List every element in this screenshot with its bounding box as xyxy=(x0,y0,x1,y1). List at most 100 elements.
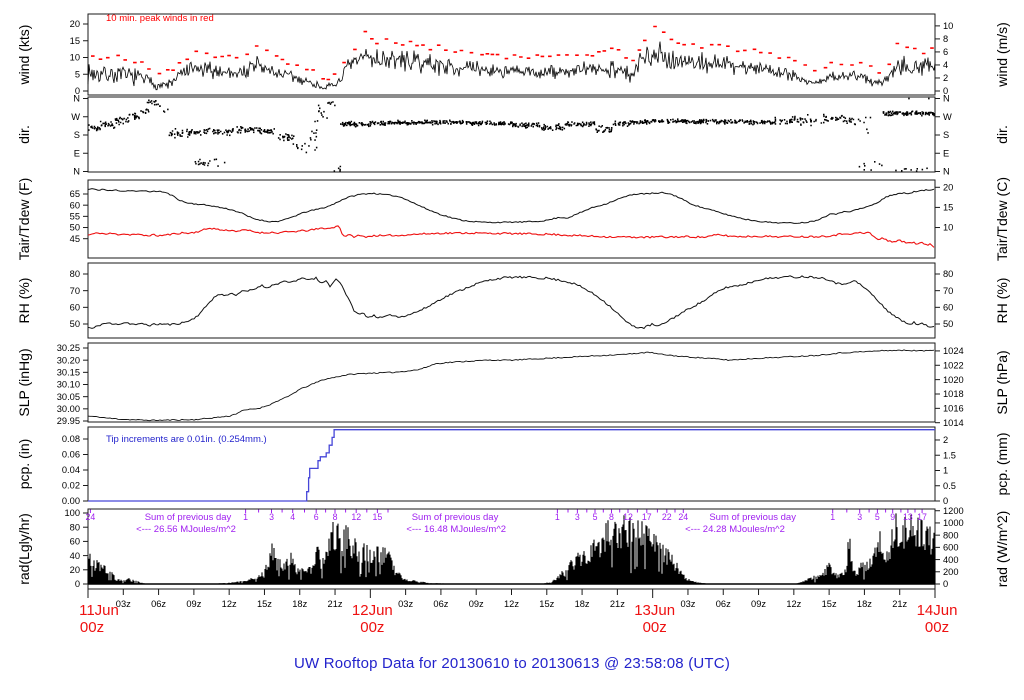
left-tick-label: 65 xyxy=(70,189,80,199)
right-tick-label: 15 xyxy=(943,203,953,213)
hour-label: 12z xyxy=(786,599,801,609)
right-tick-label: 4 xyxy=(943,60,948,70)
left-tick-label: 5 xyxy=(75,69,80,79)
rad-mjoule-marker: 1 xyxy=(555,512,560,522)
rad-mjoule-marker: 12 xyxy=(623,512,633,522)
hour-label: 09z xyxy=(751,599,766,609)
hour-label: 21z xyxy=(328,599,343,609)
hour-label: 12z xyxy=(222,599,237,609)
day-sub-label: 00z xyxy=(925,619,949,636)
left-tick-label: S xyxy=(74,130,80,140)
left-tick-label: 60 xyxy=(70,200,80,210)
left-tick-label: 15 xyxy=(70,36,80,46)
hour-label: 09z xyxy=(469,599,484,609)
left-tick-label: 30.10 xyxy=(57,380,80,390)
left-tick-label: 60 xyxy=(70,537,80,547)
left-tick-label: 30.25 xyxy=(57,343,80,353)
rad-mjoule-marker: 12 xyxy=(351,512,361,522)
axis-label-right-temp: Tair/Tdew (C) xyxy=(994,177,1010,261)
axis-label-left-slp: SLP (inHg) xyxy=(16,348,32,416)
right-tick-label: 0 xyxy=(943,496,948,506)
right-tick-label: 600 xyxy=(943,543,959,553)
right-tick-label: 400 xyxy=(943,555,959,565)
panel-dir: NWSENNWSENdir. dir. xyxy=(16,94,1010,177)
left-tick-label: 70 xyxy=(70,286,80,296)
right-tick-label: 1018 xyxy=(943,389,964,399)
rad-mjoule-marker: 9 xyxy=(890,512,895,522)
axis-label-right-dir: dir. xyxy=(994,125,1010,144)
rad-mjoule-marker: 5 xyxy=(593,512,598,522)
axis-label-right-rh: RH (%) xyxy=(994,278,1010,324)
right-tick-label: 6 xyxy=(943,47,948,57)
right-tick-label: 70 xyxy=(943,286,953,296)
right-tick-label: S xyxy=(943,130,949,140)
day-label: 13Jun xyxy=(634,602,675,619)
hour-label: 15z xyxy=(822,599,837,609)
right-tick-label: 1016 xyxy=(943,404,964,414)
hour-label: 03z xyxy=(116,599,131,609)
right-tick-label: 10 xyxy=(943,21,953,31)
rad-mjoule-marker: 4 xyxy=(290,512,295,522)
left-tick-label: N xyxy=(73,167,80,177)
left-tick-label: 55 xyxy=(70,212,80,222)
left-tick-label: N xyxy=(73,94,80,104)
panel-slp: 29.95 30.00 30.05 30.10 30.15 30.20 30.25 1014 1… xyxy=(16,342,1010,428)
rad-sum-value-3: <--- 24.28 MJoules/m^2 xyxy=(685,524,785,535)
rad-mjoule-marker: 15 xyxy=(372,512,382,522)
right-tick-label: N xyxy=(943,167,950,177)
rad-sum-label-2: Sum of previous day xyxy=(412,512,499,523)
axis-label-left-rad: rad(Lgly/hr) xyxy=(16,513,32,585)
hour-label: 12z xyxy=(504,599,519,609)
rad-mjoule-marker: 8 xyxy=(333,512,338,522)
rad-mjoule-marker: 5 xyxy=(875,512,880,522)
right-tick-label: 1.5 xyxy=(943,450,956,460)
axis-label-left-wind: wind (kts) xyxy=(16,25,32,86)
chart-title: UW Rooftop Data for 20130610 to 20130613… xyxy=(293,655,731,672)
left-tick-label: E xyxy=(74,148,80,158)
hour-label: 21z xyxy=(610,599,625,609)
left-tick-label: 0.04 xyxy=(62,465,80,475)
right-tick-label: 80 xyxy=(943,269,953,279)
right-tick-label: 1020 xyxy=(943,375,964,385)
axis-label-left-pcp: pcp. (in) xyxy=(16,439,32,490)
x-axis: 11Jun00z03z 06z 09z 12z 15z 18z 21z 12Jun00z03z… xyxy=(79,589,957,636)
right-tick-label: 8 xyxy=(943,34,948,44)
left-tick-label: 30.00 xyxy=(57,404,80,414)
meteogram-svg: 051015200246810wind (kts) wind (m/s)NWSEN… xyxy=(16,13,1010,636)
wind-peaks-note: 10 min. peak winds in red xyxy=(106,13,214,24)
rad-mjoule-marker: 6 xyxy=(314,512,319,522)
right-tick-label: E xyxy=(943,148,949,158)
left-tick-label: 0.06 xyxy=(62,450,80,460)
right-tick-label: 0.5 xyxy=(943,481,956,491)
panel-frame-dir xyxy=(87,96,936,173)
right-tick-label: 50 xyxy=(943,319,953,329)
rad-sum-label-1: Sum of previous day xyxy=(145,512,232,523)
axis-label-right-slp: SLP (hPa) xyxy=(994,350,1010,414)
rad-mjoule-marker: 1 xyxy=(830,512,835,522)
rad-mjoule-marker: 24 xyxy=(85,512,95,522)
left-tick-label: 50 xyxy=(70,319,80,329)
right-tick-label: 1000 xyxy=(943,518,964,528)
left-tick-label: W xyxy=(71,112,80,122)
right-tick-label: 1200 xyxy=(943,506,964,516)
hour-label: 03z xyxy=(680,599,695,609)
rad-mjoule-marker: 13 xyxy=(903,512,913,522)
rad-mjoule-marker: 24 xyxy=(678,512,688,522)
rad-mjoule-marker: 17 xyxy=(917,512,927,522)
axis-label-right-rad: rad (W/m^2) xyxy=(994,511,1010,588)
rad-sum-value-1: <--- 26.56 MJoules/m^2 xyxy=(136,524,236,535)
hour-label: 18z xyxy=(857,599,872,609)
axis-label-right-wind: wind (m/s) xyxy=(994,22,1010,88)
rad-sum-label-3: Sum of previous day xyxy=(709,512,796,523)
left-tick-label: 10 xyxy=(70,53,80,63)
day-label: 12Jun xyxy=(352,602,393,619)
right-tick-label: 800 xyxy=(943,530,959,540)
day-sub-label: 00z xyxy=(360,619,384,636)
left-tick-label: 0 xyxy=(75,579,80,589)
hour-label: 18z xyxy=(292,599,307,609)
left-tick-label: 30.05 xyxy=(57,392,80,402)
day-label: 14Jun xyxy=(917,602,958,619)
left-tick-label: 100 xyxy=(64,508,80,518)
day-sub-label: 00z xyxy=(643,619,667,636)
left-tick-label: 80 xyxy=(70,269,80,279)
